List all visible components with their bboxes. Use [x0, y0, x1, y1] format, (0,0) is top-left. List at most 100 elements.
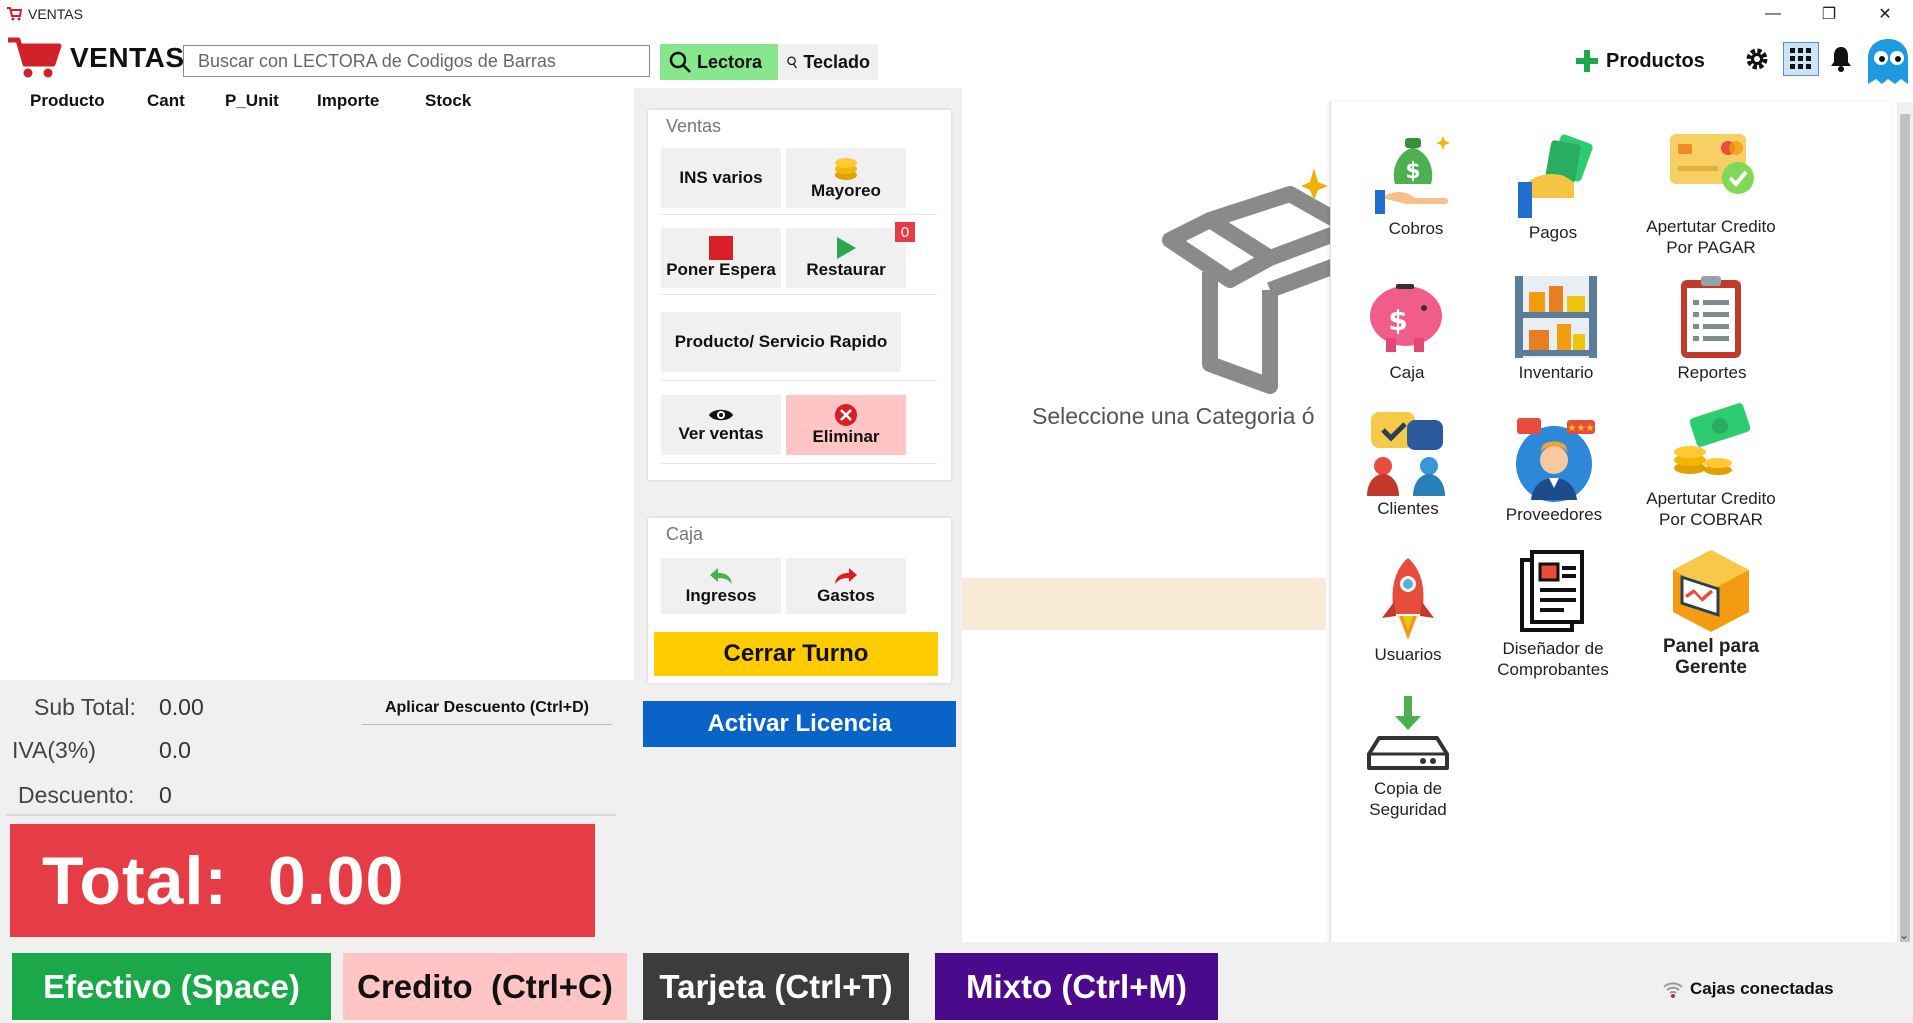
copia-label-2: Seguridad: [1369, 800, 1447, 819]
svg-text:$: $: [1405, 159, 1420, 184]
eliminar-button[interactable]: Eliminar: [786, 395, 906, 455]
menu-item-credito-pagar[interactable]: Apertutar Credito Por PAGAR: [1626, 126, 1796, 258]
apply-discount-button[interactable]: Aplicar Descuento (Ctrl+D): [362, 692, 612, 725]
producto-rapido-button[interactable]: Producto/ Servicio Rapido: [661, 312, 901, 372]
credito-button[interactable]: Credito (Ctrl+C): [343, 953, 627, 1020]
column-header-stock: Stock: [425, 91, 472, 110]
credito-label: Credito (Ctrl+C): [357, 967, 613, 1005]
eliminar-label: Eliminar: [812, 427, 880, 446]
efectivo-button[interactable]: Efectivo (Space): [12, 953, 331, 1020]
apps-grid-icon[interactable]: [1783, 42, 1819, 76]
column-header-importe: Importe: [317, 91, 380, 110]
reportes-label: Reportes: [1677, 363, 1747, 382]
eye-icon: [709, 409, 733, 421]
ingresos-button[interactable]: Ingresos: [661, 558, 781, 614]
category-strip: [962, 578, 1326, 630]
efectivo-label: Efectivo (Space): [43, 967, 300, 1005]
category-message: Seleccione una Categoria ó: [1032, 403, 1315, 429]
gastos-button[interactable]: Gastos: [786, 558, 906, 614]
stop-icon: [709, 236, 733, 260]
mayoreo-button[interactable]: Mayoreo: [786, 148, 906, 208]
copia-label-1: Copia de: [1373, 779, 1443, 798]
mixto-label: Mixto (Ctrl+M): [966, 967, 1187, 1005]
menu-item-copia-seguridad[interactable]: Copia de Seguridad: [1323, 688, 1493, 820]
disenador-label-2: Comprobantes: [1497, 660, 1609, 679]
gastos-label: Gastos: [817, 586, 875, 605]
coins-cash-icon: [1666, 398, 1756, 488]
search-icon: [669, 51, 691, 73]
menu-scrollbar[interactable]: ⌄: [1897, 102, 1913, 944]
tarjeta-button[interactable]: Tarjeta (Ctrl+T): [643, 953, 909, 1020]
credit-card-check-icon: [1666, 126, 1756, 216]
column-header-producto: Producto: [30, 91, 105, 110]
apply-discount-label: Aplicar Descuento (Ctrl+D): [384, 699, 590, 716]
panel-gerente-label-1: Panel para: [1662, 636, 1760, 657]
clients-chat-icon: [1363, 408, 1453, 498]
close-circle-icon: [835, 404, 857, 426]
ventas-card: Ventas INS varios Mayoreo Poner Espera R…: [648, 110, 951, 480]
scrollbar-thumb[interactable]: [1900, 114, 1910, 944]
redo-arrow-icon: [835, 568, 857, 584]
cart-logo-icon: [6, 36, 62, 85]
iva-label: IVA(3%): [12, 737, 96, 763]
divider: [661, 380, 937, 381]
lectora-button[interactable]: Lectora: [660, 44, 778, 80]
add-productos-button[interactable]: Productos: [1574, 46, 1705, 76]
iva-value: 0.0: [159, 737, 191, 763]
column-header-p-unit: P_Unit: [225, 91, 279, 110]
column-header-cant: Cant: [147, 91, 185, 110]
menu-item-disenador[interactable]: Diseñador de Comprobantes: [1468, 548, 1638, 680]
backup-drive-icon: [1363, 688, 1453, 778]
money-hand-icon: [1508, 132, 1598, 222]
mascot-avatar-icon[interactable]: [1863, 36, 1913, 91]
svg-text:$: $: [1388, 304, 1407, 337]
restaurar-button[interactable]: Restaurar: [786, 228, 906, 288]
usuarios-label: Usuarios: [1374, 645, 1442, 664]
activar-licencia-button[interactable]: Activar Licencia: [643, 701, 956, 747]
ins-varios-button[interactable]: INS varios: [661, 148, 781, 208]
title-bar: VENTAS — ❐ ✕: [0, 0, 1913, 28]
menu-item-caja[interactable]: $ Caja: [1322, 272, 1492, 383]
caja-card-title: Caja: [666, 524, 704, 544]
cobros-label: Cobros: [1388, 219, 1444, 238]
close-button[interactable]: ✕: [1856, 0, 1913, 28]
supplier-person-icon: ★★★: [1509, 414, 1599, 504]
divider: [661, 294, 937, 295]
ventas-card-title: Ventas: [666, 116, 722, 136]
teclado-label: Teclado: [803, 51, 870, 72]
productos-label: Productos: [1606, 49, 1705, 72]
mayoreo-label: Mayoreo: [811, 181, 881, 200]
ver-ventas-button[interactable]: Ver ventas: [661, 395, 781, 455]
teclado-button[interactable]: Teclado: [778, 44, 878, 80]
minimize-button[interactable]: —: [1744, 0, 1802, 28]
menu-item-proveedores[interactable]: ★★★ Proveedores: [1469, 414, 1639, 525]
cajas-conectadas-status[interactable]: Cajas conectadas: [1662, 978, 1834, 1000]
undo-arrow-icon: [710, 568, 732, 584]
svg-text:★★★: ★★★: [1568, 423, 1595, 434]
wifi-icon: [1663, 982, 1683, 998]
chevron-down-icon[interactable]: ⌄: [1899, 928, 1909, 942]
poner-espera-label: Poner Espera: [666, 260, 776, 279]
menu-item-credito-cobrar[interactable]: Apertutar Credito Por COBRAR: [1626, 398, 1796, 530]
cart-icon: [6, 6, 23, 27]
barcode-search-input[interactable]: [183, 45, 650, 77]
menu-item-clientes[interactable]: Clientes: [1323, 408, 1493, 519]
coins-icon: [835, 158, 857, 180]
menu-item-panel-gerente[interactable]: Panel para Gerente: [1626, 546, 1796, 678]
menu-item-pagos[interactable]: Pagos: [1468, 132, 1638, 243]
inventario-label: Inventario: [1518, 363, 1594, 382]
cerrar-turno-button[interactable]: Cerrar Turno: [654, 632, 938, 676]
menu-item-reportes[interactable]: Reportes: [1627, 272, 1797, 383]
total-value: 0.00: [268, 842, 405, 919]
mixto-button[interactable]: Mixto (Ctrl+M): [935, 953, 1218, 1020]
poner-espera-button[interactable]: Poner Espera: [661, 228, 781, 288]
rocket-icon: [1363, 554, 1453, 644]
disenador-label-1: Diseñador de: [1502, 639, 1604, 658]
dashboard-cube-icon: [1666, 546, 1756, 636]
bell-icon[interactable]: [1829, 45, 1853, 78]
gear-icon[interactable]: [1744, 46, 1770, 77]
subtotal-value: 0.00: [159, 694, 204, 720]
activar-licencia-label: Activar Licencia: [707, 710, 892, 737]
restore-button[interactable]: ❐: [1800, 0, 1858, 28]
menu-item-inventario[interactable]: Inventario: [1471, 272, 1641, 383]
